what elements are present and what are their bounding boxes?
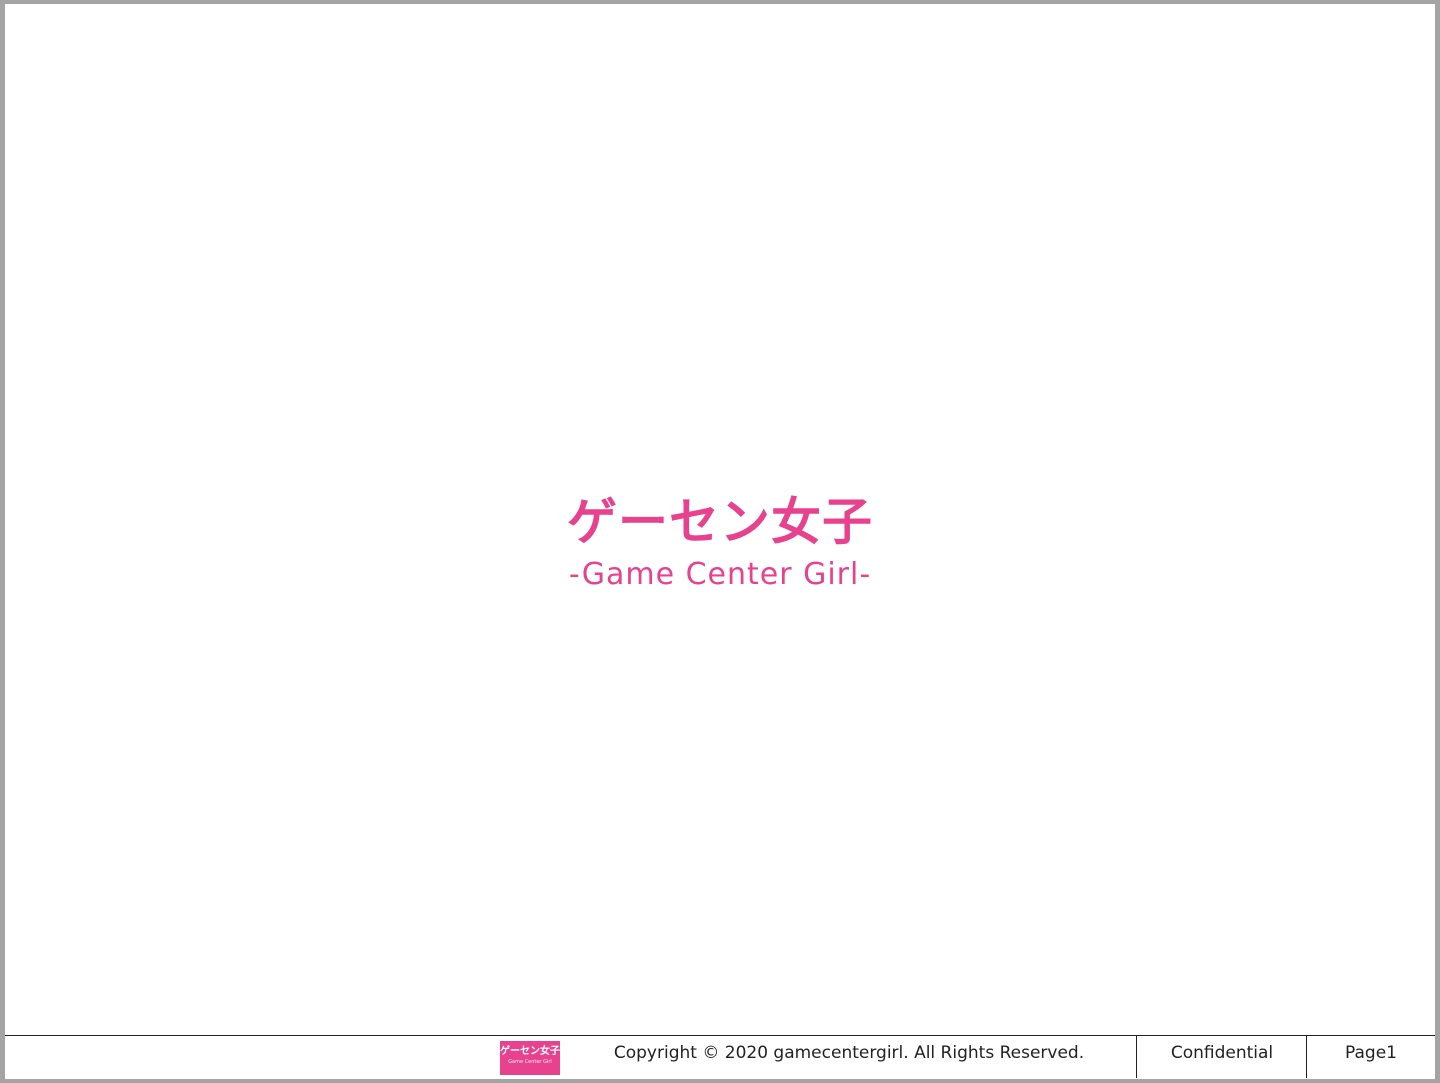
title-english: -Game Center Girl- [568,557,872,592]
footer-page-number: Page1 [1306,1036,1435,1078]
page-footer: ゲーセン女子 Game Center Girl Copyright © 2020… [5,1035,1435,1079]
title-japanese: ゲーセン女子 [567,493,873,551]
footer-logo-english: Game Center Girl [508,1059,552,1065]
footer-classification: Confidential [1136,1036,1307,1078]
footer-logo: ゲーセン女子 Game Center Girl [500,1041,560,1075]
document-page: ゲーセン女子 -Game Center Girl- ゲーセン女子 Game Ce… [5,4,1435,1079]
title-block: ゲーセン女子 -Game Center Girl- [5,492,1435,595]
footer-logo-japanese: ゲーセン女子 [500,1046,560,1057]
footer-copyright: Copyright © 2020 gamecentergirl. All Rig… [613,1043,1085,1063]
